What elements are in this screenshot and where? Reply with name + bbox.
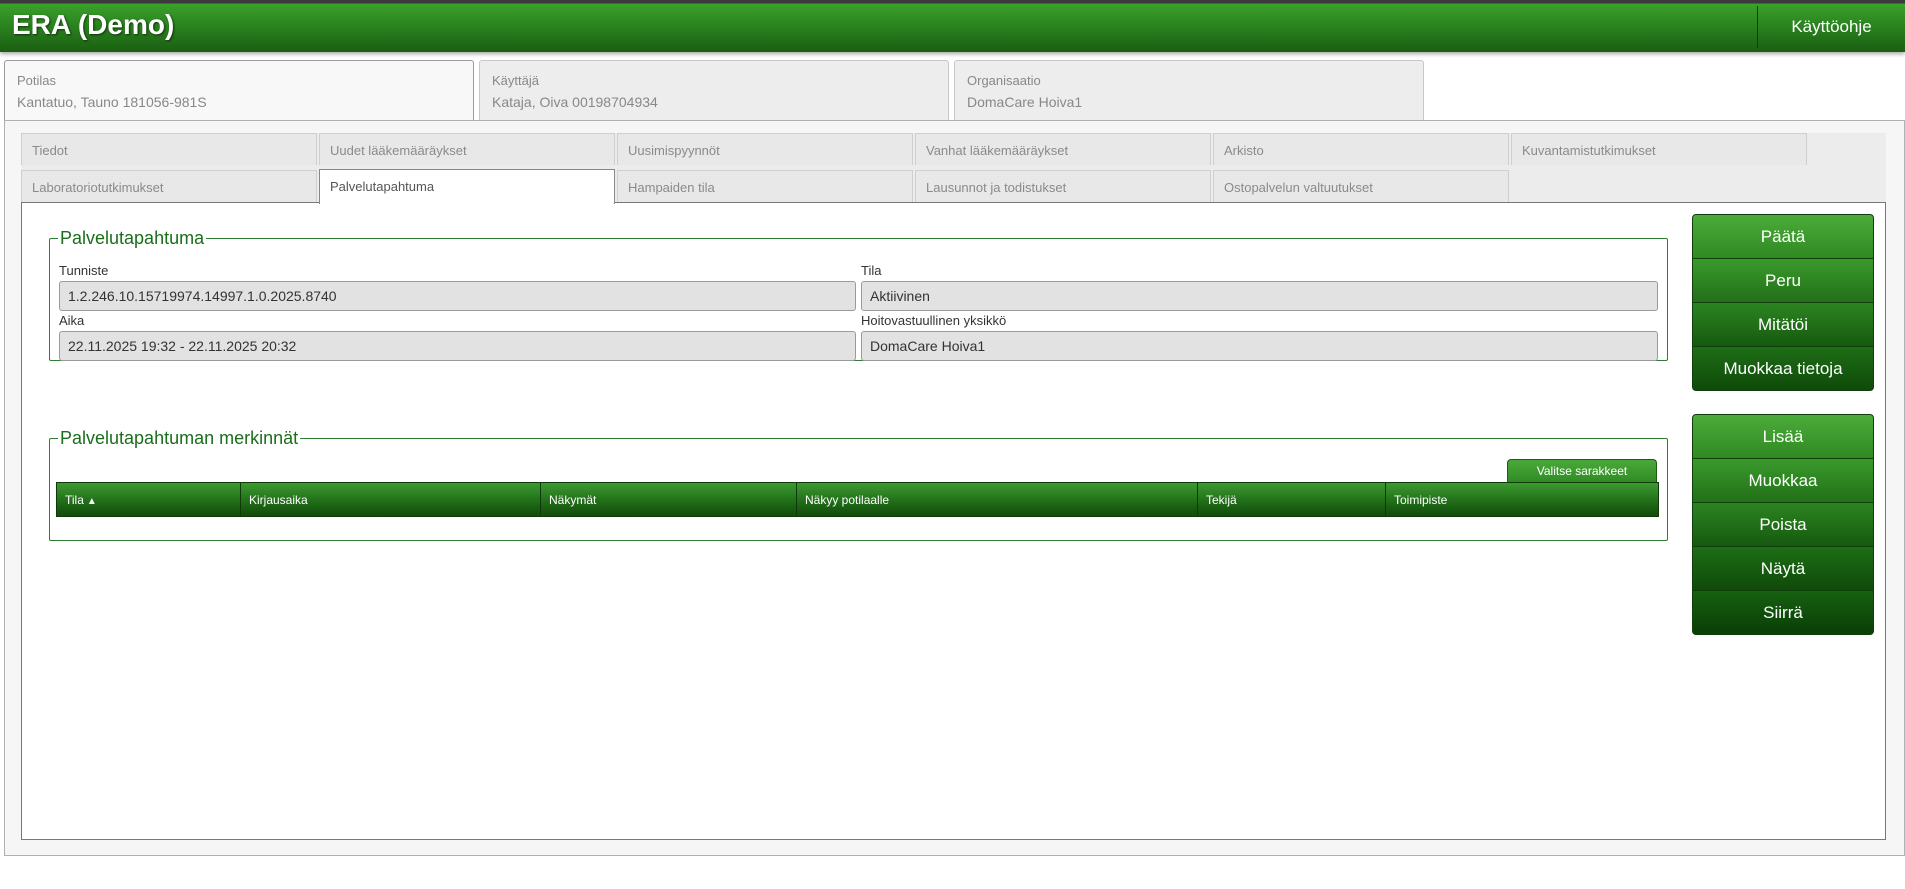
- content-panel: Palvelutapahtuma Tunniste 1.2.246.10.157…: [21, 202, 1886, 840]
- unit-field[interactable]: DomaCare Hoiva1: [861, 331, 1658, 361]
- tab-old-prescriptions[interactable]: Vanhat lääkemääräykset: [915, 133, 1211, 165]
- tab-tiedot[interactable]: Tiedot: [21, 133, 317, 165]
- context-tab-user[interactable]: Käyttäjä Kataja, Oiva 00198704934: [479, 60, 949, 120]
- context-tab-value: Kataja, Oiva 00198704934: [492, 94, 658, 110]
- tab-statements[interactable]: Lausunnot ja todistukset: [915, 170, 1211, 202]
- tab-imaging[interactable]: Kuvantamistutkimukset: [1511, 133, 1807, 165]
- context-tab-label: Potilas: [17, 73, 57, 88]
- time-field[interactable]: 22.11.2025 19:32 - 22.11.2025 20:32: [59, 331, 856, 361]
- unit-label: Hoitovastuullinen yksikkö: [861, 313, 1007, 328]
- tab-new-prescriptions[interactable]: Uudet lääkemääräykset: [319, 133, 615, 165]
- id-field[interactable]: 1.2.246.10.15719974.14997.1.0.2025.8740: [59, 281, 856, 311]
- cancel-button[interactable]: Peru: [1692, 258, 1874, 303]
- add-button[interactable]: Lisää: [1692, 414, 1874, 459]
- service-event-legend: Palvelutapahtuma: [60, 228, 205, 248]
- column-header-visible-to-patient[interactable]: Näkyy potilaalle: [797, 483, 1198, 516]
- tab-purchased-services[interactable]: Ostopalvelun valtuutukset: [1213, 170, 1509, 202]
- state-field[interactable]: Aktiivinen: [861, 281, 1658, 311]
- service-event-fieldset: Palvelutapahtuma Tunniste 1.2.246.10.157…: [49, 228, 1668, 361]
- app-header: ERA (Demo) Käyttöohje: [0, 0, 1905, 52]
- entries-fieldset: Palvelutapahtuman merkinnät Valitse sara…: [49, 428, 1668, 541]
- entries-legend: Palvelutapahtuman merkinnät: [60, 428, 299, 448]
- show-button[interactable]: Näytä: [1692, 546, 1874, 591]
- sort-ascending-icon: ▲: [86, 496, 97, 507]
- edit-button[interactable]: Muokkaa: [1692, 458, 1874, 503]
- event-actions: Päätä Peru Mitätöi Muokkaa tietoja: [1692, 214, 1874, 391]
- time-label: Aika: [59, 313, 85, 328]
- column-header-recorded-time[interactable]: Kirjausaika: [241, 483, 541, 516]
- tab-renewal-requests[interactable]: Uusimispyynnöt: [617, 133, 913, 165]
- context-tab-label: Organisaatio: [967, 73, 1041, 88]
- move-button[interactable]: Siirrä: [1692, 590, 1874, 635]
- column-header-author[interactable]: Tekijä: [1198, 483, 1386, 516]
- edit-details-button[interactable]: Muokkaa tietoja: [1692, 346, 1874, 391]
- context-tab-value: DomaCare Hoiva1: [967, 94, 1083, 110]
- id-label: Tunniste: [59, 263, 109, 278]
- column-header-label: Tila: [65, 493, 84, 507]
- tab-archive[interactable]: Arkisto: [1213, 133, 1509, 165]
- tab-service-event[interactable]: Palvelutapahtuma: [319, 169, 615, 204]
- help-link[interactable]: Käyttöohje: [1757, 6, 1905, 48]
- context-tab-patient[interactable]: Potilas Kantatuo, Tauno 181056-981S: [4, 60, 474, 121]
- entries-table-header: Tila ▲ Kirjausaika Näkymät Näkyy potilaal…: [56, 482, 1659, 517]
- state-label: Tila: [861, 263, 882, 278]
- context-tab-value: Kantatuo, Tauno 181056-981S: [17, 94, 207, 110]
- column-header-status[interactable]: Tila ▲: [57, 483, 241, 516]
- finish-button[interactable]: Päätä: [1692, 214, 1874, 259]
- choose-columns-button[interactable]: Valitse sarakkeet: [1507, 459, 1657, 483]
- entry-actions: Lisää Muokkaa Poista Näytä Siirrä: [1692, 414, 1874, 635]
- tab-laboratory[interactable]: Laboratoriotutkimukset: [21, 170, 317, 202]
- column-header-views[interactable]: Näkymät: [541, 483, 797, 516]
- context-tab-organization[interactable]: Organisaatio DomaCare Hoiva1: [954, 60, 1424, 120]
- sub-tab-bar: Tiedot Uudet lääkemääräykset Uusimispyyn…: [21, 133, 1886, 204]
- column-header-office[interactable]: Toimipiste: [1386, 483, 1658, 516]
- context-tab-label: Käyttäjä: [492, 73, 539, 88]
- delete-button[interactable]: Poista: [1692, 502, 1874, 547]
- tab-dental-status[interactable]: Hampaiden tila: [617, 170, 913, 202]
- invalidate-button[interactable]: Mitätöi: [1692, 302, 1874, 347]
- app-title: ERA (Demo): [12, 9, 175, 40]
